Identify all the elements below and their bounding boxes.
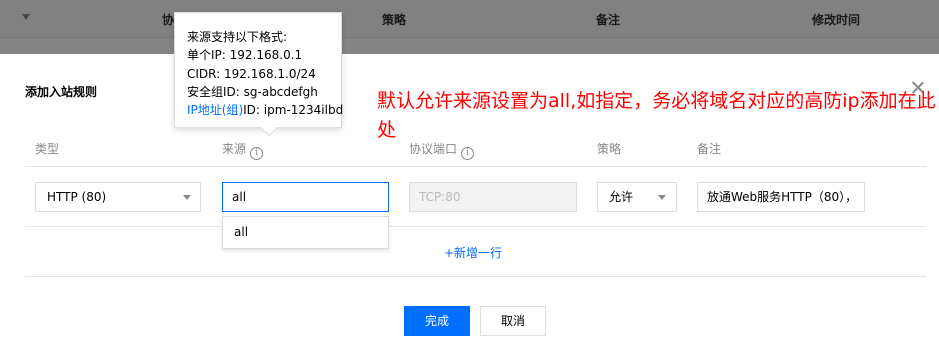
- type-select-value: HTTP (80): [47, 190, 107, 204]
- chevron-down-icon: [183, 195, 191, 200]
- policy-select[interactable]: 允许: [597, 182, 677, 212]
- tooltip-line-rest: ID: ipm-1234ilbd: [243, 103, 344, 118]
- source-dropdown-option-label: all: [234, 225, 249, 239]
- dialog-title: 添加入站规则: [25, 85, 98, 99]
- tooltip-line: IP地址(组)ID: ipm-1234ilbd: [187, 101, 344, 119]
- tooltip-line: 单个IP: 192.168.0.1: [187, 48, 303, 63]
- row-divider: [25, 226, 926, 227]
- annotation-note: 默认允许来源设置为all,如指定，务必将域名对应的高防ip添加在此处: [377, 90, 936, 141]
- source-input-value: all: [232, 190, 247, 204]
- protocol-port-input: TCP:80: [409, 182, 577, 212]
- tooltip-line: 安全组ID: sg-abcdefgh: [187, 84, 318, 99]
- info-icon[interactable]: i: [250, 147, 264, 160]
- cancel-button[interactable]: 取消: [480, 306, 546, 336]
- tooltip-line: 来源支持以下格式:: [187, 30, 288, 44]
- header-divider: [25, 166, 926, 167]
- remark-input[interactable]: 放通Web服务HTTP（80），: [697, 182, 865, 212]
- policy-select-value: 允许: [609, 190, 634, 204]
- remark-input-value: 放通Web服务HTTP（80），: [707, 190, 858, 204]
- source-dropdown-option[interactable]: all: [222, 216, 389, 249]
- header-type: 类型: [35, 142, 60, 156]
- source-input[interactable]: all: [222, 182, 389, 212]
- tooltip-line: CIDR: 192.168.1.0/24: [187, 66, 316, 81]
- modal-overlay: [0, 0, 939, 54]
- chevron-down-icon: [658, 195, 666, 200]
- header-source: 来源 i: [222, 140, 264, 160]
- source-format-tooltip: 来源支持以下格式: 单个IP: 192.168.0.1 CIDR: 192.16…: [174, 12, 344, 137]
- footer-divider: [25, 276, 926, 277]
- protocol-port-value: TCP:80: [419, 190, 461, 204]
- header-source-label: 来源: [222, 142, 247, 156]
- ip-address-group-link[interactable]: IP地址(组): [187, 103, 243, 117]
- add-row-link[interactable]: +新增一行: [444, 244, 502, 261]
- confirm-button[interactable]: 完成: [404, 306, 470, 336]
- info-icon[interactable]: i: [461, 147, 475, 160]
- type-select[interactable]: HTTP (80): [35, 182, 201, 212]
